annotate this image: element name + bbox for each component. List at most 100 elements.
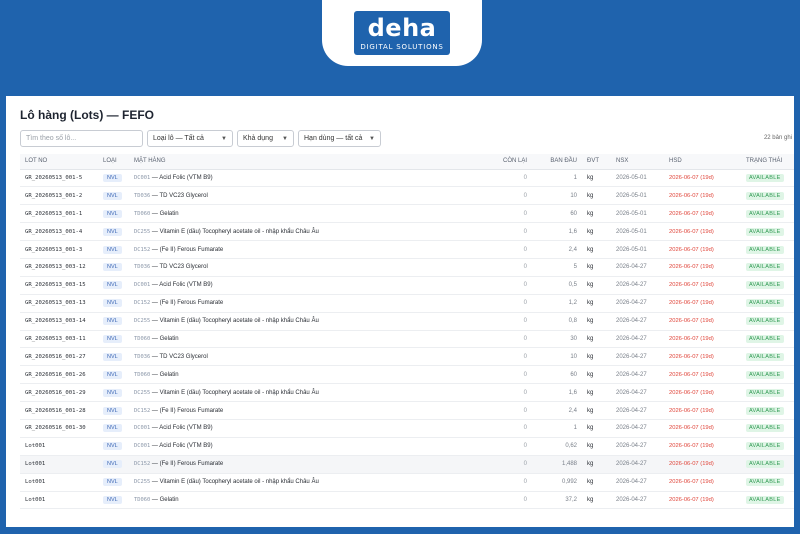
mfg-date: 2026-04-27 <box>611 437 664 456</box>
table-row[interactable]: GR_20260513_003-15 NVL DC001 — Acid Folic … <box>20 276 794 295</box>
item-cell: DC152 — (Fe II) Ferous Fumarate <box>129 240 496 259</box>
expiry-date: 2026-06-07 (19d) <box>664 455 741 474</box>
lot-number[interactable]: GR_20260513_003-15 <box>20 276 98 295</box>
table-row[interactable]: Lot001 NVL TD060 — Gelatin 0 37,2 kg 2026-04-2… <box>20 491 794 510</box>
table-row[interactable]: GR_20260516_001-28 NVL DC152 — (Fe II) Fer… <box>20 401 794 420</box>
item-code: DC001 <box>134 174 151 181</box>
col-header-unit[interactable]: ĐVT <box>582 154 611 170</box>
search-placeholder: Tìm theo số lô... <box>26 135 77 142</box>
lot-number[interactable]: GR_20260516_001-29 <box>20 383 98 403</box>
lot-number[interactable]: GR_20260513_001-1 <box>20 204 98 224</box>
status-cell: AVAILABLE <box>741 455 794 474</box>
col-header-initial[interactable]: BAN ĐẦU <box>532 154 582 170</box>
status-badge: AVAILABLE <box>746 406 784 415</box>
table-row[interactable]: GR_20260513_001-4 NVL DC255 — Vitamin E (d… <box>20 222 794 242</box>
initial-qty: 1,6 <box>532 222 582 242</box>
type-badge: NVL <box>103 495 122 504</box>
unit: kg <box>582 222 611 242</box>
remaining-qty: 0 <box>496 330 532 349</box>
table-row[interactable]: GR_20260513_001-2 NVL TD036 — TD VC23 Glyc… <box>20 186 794 206</box>
col-header-mfg-date[interactable]: NSX <box>611 154 664 170</box>
col-header-expiry[interactable]: HSD <box>664 154 741 170</box>
status-badge: AVAILABLE <box>746 424 784 433</box>
lot-number[interactable]: GR_20260516_001-30 <box>20 419 98 438</box>
unit: kg <box>582 455 611 474</box>
lots-table: LOT NO LOẠI MẶT HÀNG CÒN LẠI BAN ĐẦU ĐVT… <box>20 154 794 510</box>
lot-number[interactable]: GR_20260513_001-3 <box>20 240 98 259</box>
lot-number[interactable]: Lot001 <box>20 437 98 456</box>
unit: kg <box>582 169 611 188</box>
lot-search-input[interactable]: Tìm theo số lô... <box>20 130 143 147</box>
initial-qty: 60 <box>532 365 582 385</box>
chevron-down-icon: ▼ <box>282 135 288 142</box>
lot-number[interactable]: Lot001 <box>20 491 98 510</box>
table-row[interactable]: GR_20260513_001-1 NVL TD060 — Gelatin 0 60 kg… <box>20 204 794 224</box>
type-badge: NVL <box>103 281 122 290</box>
table-row[interactable]: GR_20260513_001-3 NVL DC152 — (Fe II) Fero… <box>20 240 794 259</box>
lot-number[interactable]: GR_20260513_001-5 <box>20 169 98 188</box>
table-row[interactable]: GR_20260516_001-26 NVL TD060 — Gelatin 0 60 k… <box>20 365 794 385</box>
item-name: — Acid Folic (VTM B9) <box>150 443 213 450</box>
lot-number[interactable]: Lot001 <box>20 455 98 474</box>
initial-qty: 0,8 <box>532 312 582 331</box>
initial-qty: 2,4 <box>532 401 582 420</box>
item-cell: DC255 — Vitamin E (dầu) Tocopheryl aceta… <box>129 222 496 242</box>
mfg-date: 2026-04-27 <box>611 455 664 474</box>
unit: kg <box>582 419 611 438</box>
lot-number[interactable]: Lot001 <box>20 473 98 492</box>
lot-number[interactable]: GR_20260513_003-14 <box>20 312 98 331</box>
type-badge: NVL <box>103 317 122 326</box>
initial-qty: 30 <box>532 330 582 349</box>
status-cell: AVAILABLE <box>741 312 794 331</box>
remaining-qty: 0 <box>496 347 532 367</box>
lot-number[interactable]: GR_20260513_003-12 <box>20 258 98 277</box>
lot-number[interactable]: GR_20260513_001-2 <box>20 186 98 206</box>
type-badge: NVL <box>103 406 122 415</box>
table-row[interactable]: GR_20260513_003-13 NVL DC152 — (Fe II) Fer… <box>20 294 794 313</box>
lot-number[interactable]: GR_20260516_001-27 <box>20 347 98 367</box>
remaining-qty: 0 <box>496 204 532 224</box>
table-row[interactable]: GR_20260516_001-27 NVL TD036 — TD VC23 Gly… <box>20 347 794 367</box>
remaining-qty: 0 <box>496 455 532 474</box>
status-cell: AVAILABLE <box>741 240 794 259</box>
table-row[interactable]: GR_20260513_003-12 NVL TD036 — TD VC23 Gly… <box>20 258 794 277</box>
expiry-date: 2026-06-07 (19d) <box>664 401 741 420</box>
item-code: DC255 <box>134 479 151 486</box>
table-row[interactable]: Lot001 NVL DC255 — Vitamin E (dầu) Tocophe… <box>20 473 794 492</box>
col-header-remaining[interactable]: CÒN LẠI <box>496 154 532 170</box>
remaining-qty: 0 <box>496 491 532 510</box>
remaining-qty: 0 <box>496 365 532 385</box>
expiry-date: 2026-06-07 (19d) <box>664 437 741 456</box>
lot-number[interactable]: GR_20260513_003-13 <box>20 294 98 313</box>
status-badge: AVAILABLE <box>746 281 784 290</box>
item-cell: TD036 — TD VC23 Glycerol <box>129 258 496 277</box>
type-badge: NVL <box>103 227 122 236</box>
table-row[interactable]: GR_20260513_001-5 NVL DC001 — Acid Folic (… <box>20 169 794 188</box>
item-cell: DC001 — Acid Folic (VTM B9) <box>129 169 496 188</box>
table-row[interactable]: GR_20260516_001-29 NVL DC255 — Vitamin E (… <box>20 383 794 403</box>
expiry-date: 2026-06-07 (19d) <box>664 169 741 188</box>
col-header-status[interactable]: TRẠNG THÁI <box>741 154 794 170</box>
availability-select[interactable]: Khả dụng ▼ <box>237 130 294 147</box>
lot-number[interactable]: GR_20260516_001-28 <box>20 401 98 420</box>
remaining-qty: 0 <box>496 419 532 438</box>
table-row[interactable]: GR_20260516_001-30 NVL DC001 — Acid Folic … <box>20 419 794 438</box>
status-badge: AVAILABLE <box>746 299 784 308</box>
col-header-item[interactable]: MẶT HÀNG <box>129 154 496 170</box>
type-cell: NVL <box>98 294 129 313</box>
item-cell: TD060 — Gelatin <box>129 330 496 349</box>
lot-number[interactable]: GR_20260516_001-26 <box>20 365 98 385</box>
item-name: — Vitamin E (dầu) Tocopheryl acetate oil… <box>150 479 319 486</box>
table-row[interactable]: GR_20260513_003-11 NVL TD060 — Gelatin 0 30 k… <box>20 330 794 349</box>
type-cell: NVL <box>98 347 129 367</box>
type-badge: NVL <box>103 245 122 254</box>
lot-type-select[interactable]: Loại lô — Tất cả ▼ <box>147 130 233 147</box>
col-header-type[interactable]: LOẠI <box>98 154 129 170</box>
expiry-select[interactable]: Hạn dùng — tất cả ▼ <box>298 130 381 147</box>
lot-number[interactable]: GR_20260513_001-4 <box>20 222 98 242</box>
lot-number[interactable]: GR_20260513_003-11 <box>20 330 98 349</box>
table-row[interactable]: Lot001 NVL DC152 — (Fe II) Ferous Fumarate… <box>20 455 794 474</box>
col-header-lot[interactable]: LOT NO <box>20 154 98 170</box>
table-row[interactable]: Lot001 NVL DC001 — Acid Folic (VTM B9) 0 0,6… <box>20 437 794 456</box>
table-row[interactable]: GR_20260513_003-14 NVL DC255 — Vitamin E (… <box>20 312 794 331</box>
